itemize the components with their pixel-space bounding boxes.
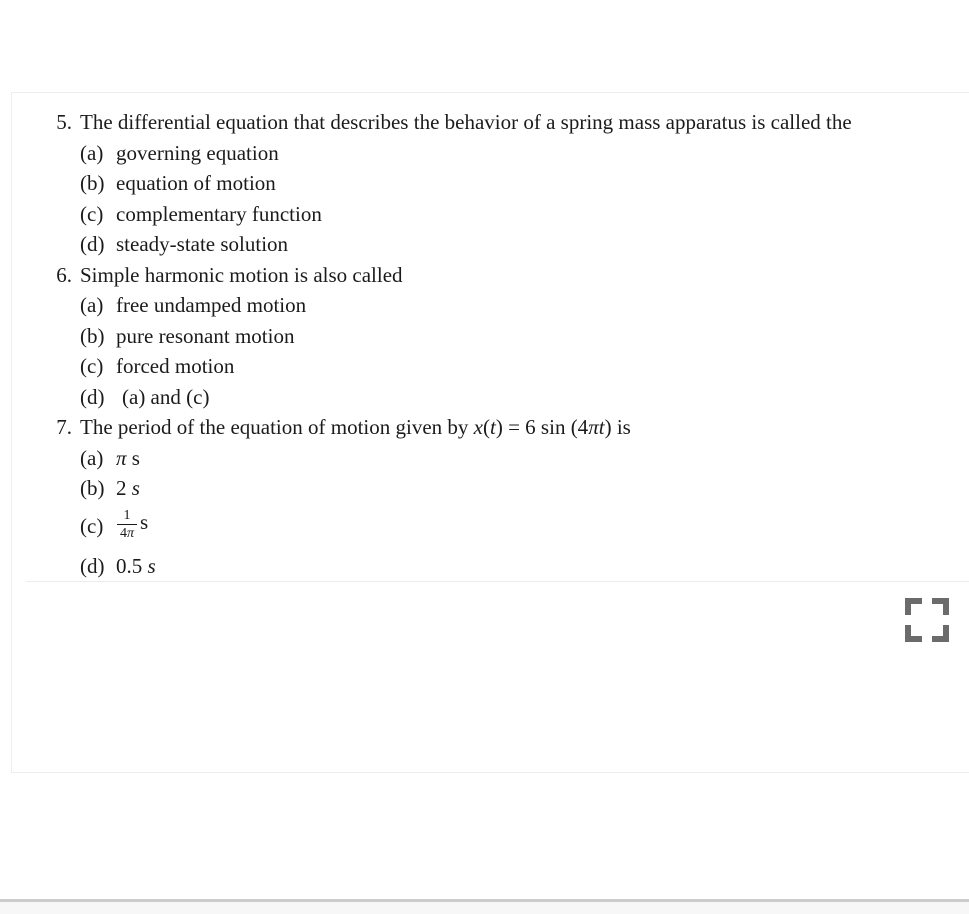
option-label-5c: (c) (80, 201, 104, 226)
option-7d-value: 0.5 (116, 553, 143, 578)
expand-corner-bottom-left (905, 625, 922, 642)
option-text-6b: pure resonant motion (116, 323, 295, 348)
question-card: 5. The differential equation that descri… (11, 92, 969, 773)
question-stem-7-prefix: The period of the equation of motion giv… (80, 415, 474, 439)
option-text-6a: free undamped motion (116, 293, 307, 317)
fraction-denominator-pi: π (127, 526, 135, 542)
math-tail-paren: ) (604, 415, 612, 439)
option-7c-unit: s (140, 509, 149, 534)
expand-corner-bottom-right (932, 625, 949, 642)
option-label-7c: (c) (80, 513, 104, 538)
option-label-6d: (d) (80, 384, 105, 409)
fraction-denominator-number: 4 (120, 526, 127, 542)
fraction-numerator: 1 (123, 508, 131, 524)
card-footer (12, 582, 969, 692)
math-var-x: x (473, 415, 483, 439)
option-7c[interactable]: (c) 1 4π s (80, 504, 951, 551)
option-5b[interactable]: (b) equation of motion (80, 168, 951, 199)
option-label-6c: (c) (80, 354, 104, 378)
option-label-5a: (a) (80, 140, 104, 165)
option-text-7a: π s (116, 443, 140, 474)
question-item-7: 7. The period of the equation of motion … (34, 412, 951, 581)
option-5c[interactable]: (c) complementary function (80, 199, 951, 230)
expand-corner-top-left (905, 598, 922, 615)
option-5a[interactable]: (a) governing equation (80, 138, 951, 169)
expand-corner-top-right (932, 598, 949, 615)
fraction-one-over-four-pi: 1 4π (117, 508, 138, 541)
question-item-6: 6. Simple harmonic motion is also called… (34, 260, 951, 413)
question-stem-5: The differential equation that describes… (80, 110, 852, 134)
option-text-6c: forced motion (116, 354, 235, 378)
question-number-7: 7. (56, 415, 72, 439)
option-7a-pi: π (116, 445, 127, 470)
option-list-5: (a) governing equation (b) equation of m… (80, 138, 951, 260)
option-text-5b: equation of motion (116, 171, 276, 195)
option-label-5b: (b) (80, 171, 105, 195)
bottom-strip (0, 902, 969, 914)
question-number-6: 6. (56, 262, 72, 287)
option-text-7c: 1 4π s (116, 507, 149, 541)
option-7b[interactable]: (b) 2 s (80, 473, 951, 504)
page-root: 5. The differential equation that descri… (0, 0, 969, 914)
math-pi-symbol: π (588, 415, 599, 439)
option-text-5a: governing equation (116, 140, 279, 165)
option-6b[interactable]: (b) pure resonant motion (80, 321, 951, 352)
option-7a[interactable]: (a) π s (80, 443, 951, 474)
option-7a-unit: s (131, 445, 140, 470)
question-stem-7: The period of the equation of motion giv… (80, 412, 951, 443)
math-paren-open: ( (483, 415, 490, 439)
question-card-body: 5. The differential equation that descri… (12, 93, 969, 581)
option-7b-value: 2 (116, 476, 127, 500)
fraction-bar (117, 524, 138, 526)
option-list-7: (a) π s (b) 2 s (c) 1 4π s (d) 0.5 s (80, 443, 951, 582)
question-stem-6: Simple harmonic motion is also called (80, 262, 403, 287)
question-item-5: 5. The differential equation that descri… (34, 107, 951, 260)
question-list: 5. The differential equation that descri… (34, 107, 951, 581)
option-text-7d: 0.5 s (116, 551, 156, 582)
option-6c[interactable]: (c) forced motion (80, 351, 951, 382)
option-label-6b: (b) (80, 323, 105, 348)
question-number-5: 5. (56, 110, 72, 134)
top-spacer (0, 0, 969, 92)
option-6a[interactable]: (a) free undamped motion (80, 290, 951, 321)
option-list-6: (a) free undamped motion (b) pure resona… (80, 290, 951, 412)
option-label-7a: (a) (80, 445, 104, 470)
fraction-denominator: 4π (117, 526, 137, 541)
option-text-6d: (a) and (c) (122, 384, 210, 409)
math-equals-expression: = 6 sin (4 (502, 415, 589, 439)
option-5d[interactable]: (d) steady-state solution (80, 229, 951, 260)
math-paren-close: ) (495, 415, 503, 439)
option-7d-unit: s (147, 553, 156, 578)
option-7b-unit: s (131, 476, 140, 500)
option-label-7b: (b) (80, 476, 105, 500)
option-text-5d: steady-state solution (116, 232, 289, 256)
option-label-5d: (d) (80, 232, 105, 256)
option-label-7d: (d) (80, 553, 105, 578)
option-text-7b: 2 s (116, 473, 140, 504)
option-6d[interactable]: (d) (a) and (c) (80, 382, 951, 413)
question-stem-7-suffix: is (611, 415, 631, 439)
option-text-5c: complementary function (116, 201, 322, 226)
expand-fullscreen-icon[interactable] (905, 598, 949, 642)
option-label-6a: (a) (80, 293, 104, 317)
option-7d[interactable]: (d) 0.5 s (80, 551, 951, 582)
